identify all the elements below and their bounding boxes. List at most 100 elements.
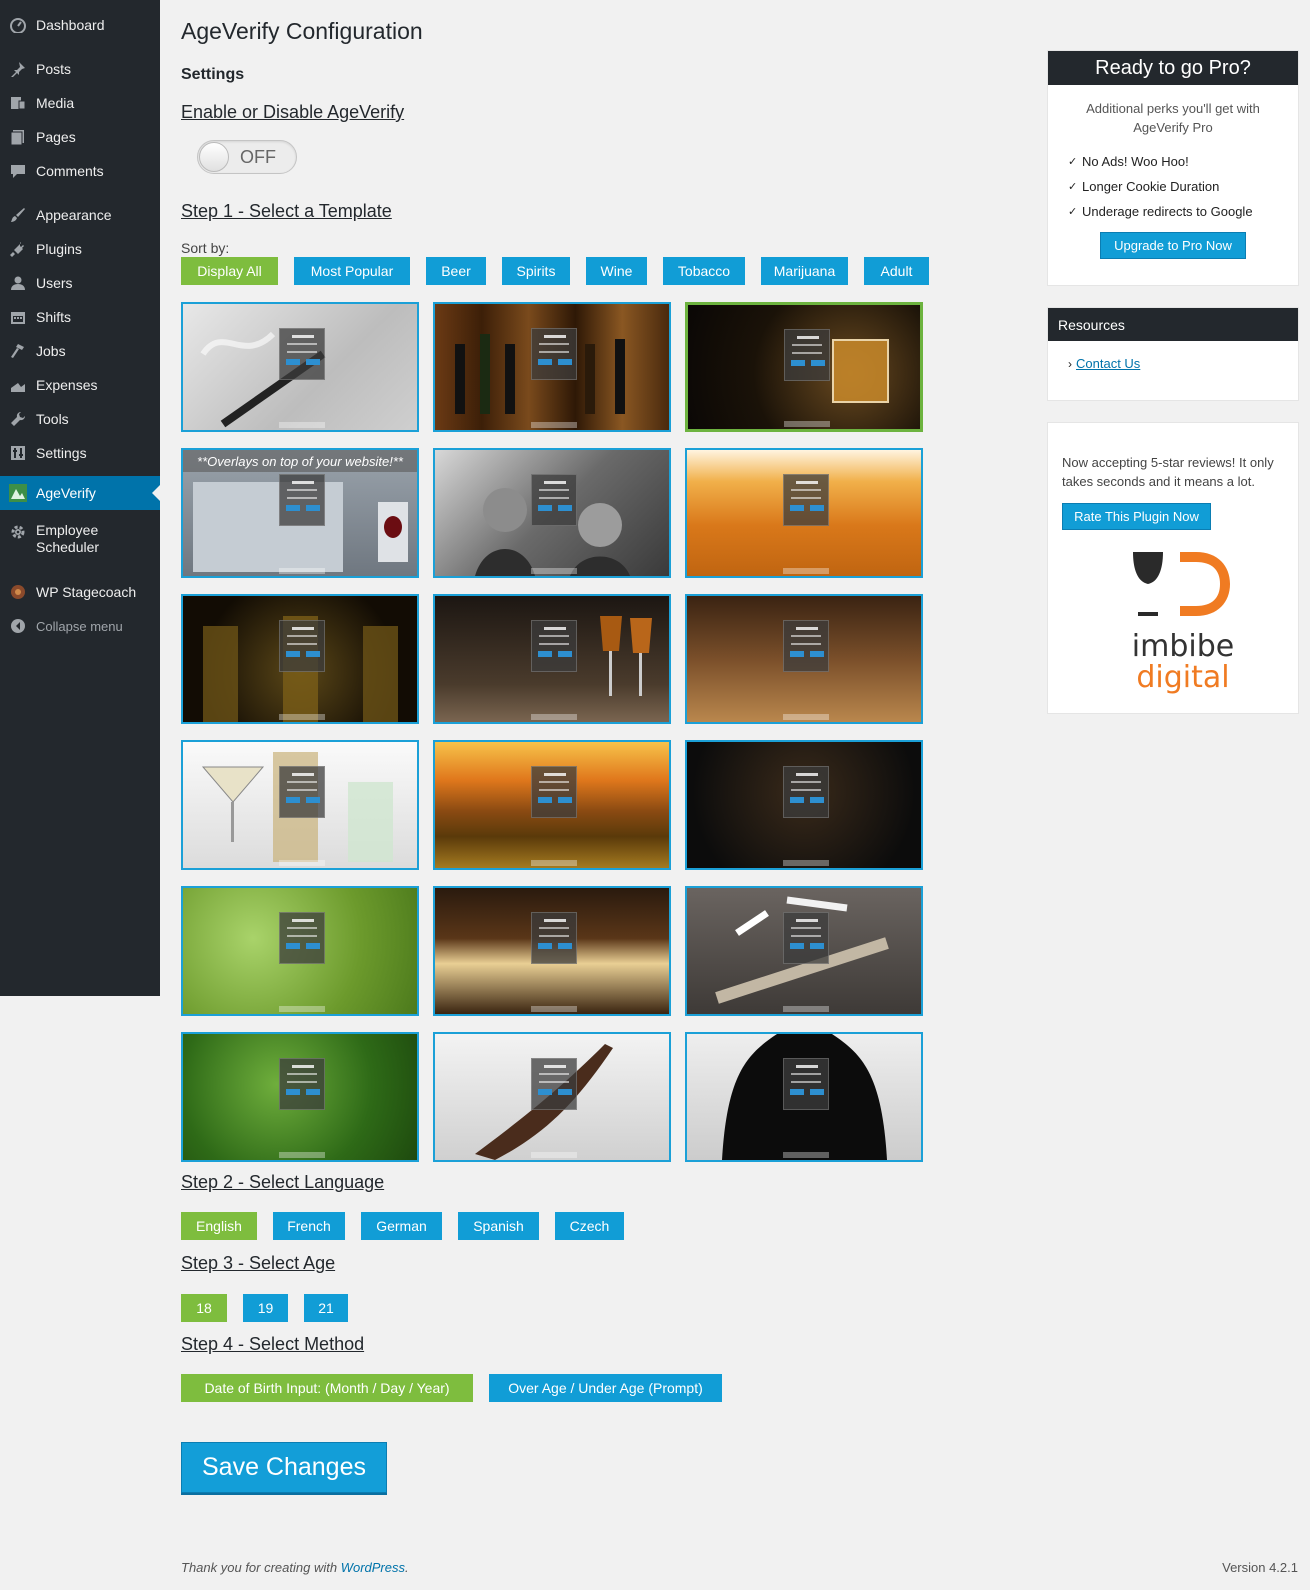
contact-us-link[interactable]: Contact Us [1076,356,1140,371]
pro-box: Ready to go Pro? Additional perks you'll… [1047,50,1299,286]
wordpress-link[interactable]: WordPress [341,1560,405,1575]
admin-sidebar: Dashboard Posts Media Pages Comments App… [0,0,160,996]
rate-button-wrap: Rate This Plugin Now [1048,503,1298,530]
dashboard-icon [8,15,28,35]
sidebar-item-dashboard[interactable]: Dashboard [0,8,160,42]
step3-heading: Step 3 - Select Age [181,1253,336,1273]
sidebar-item-label: Tools [36,411,69,427]
template-thumb-cocktails[interactable] [181,740,419,870]
sidebar-item-label: WP Stagecoach [36,584,137,600]
filter-marijuana[interactable]: Marijuana [761,257,848,285]
sidebar-item-ageverify[interactable]: AgeVerify [0,476,160,510]
sidebar-item-label: Settings [36,445,87,461]
template-thumb-beer-bottles[interactable] [181,594,419,724]
modal-preview [531,474,577,526]
sidebar-item-label: Pages [36,129,76,145]
template-thumb-marijuana[interactable] [181,1032,419,1162]
filter-display-all[interactable]: Display All [181,257,278,285]
filter-adult[interactable]: Adult [864,257,929,285]
sidebar-item-label: Expenses [36,377,98,393]
language-english[interactable]: English [181,1212,257,1240]
template-thumb-stout[interactable] [433,886,671,1016]
modal-preview [279,474,325,526]
imbibe-digital-logo: imbibe digital [1128,547,1238,697]
language-german[interactable]: German [361,1212,442,1240]
pro-intro-text: Additional perks you'll get with AgeVeri… [1086,101,1260,135]
sidebar-item-settings[interactable]: Settings [0,436,160,470]
resources-body: › Contact Us [1048,341,1298,387]
method-date-of-birth[interactable]: Date of Birth Input: (Month / Day / Year… [181,1374,473,1402]
modal-preview [783,766,829,818]
sidebar-item-label: AgeVerify [36,485,96,501]
method-over-under-age[interactable]: Over Age / Under Age (Prompt) [489,1374,722,1402]
perk-item: ✓ Longer Cookie Duration [1068,179,1220,194]
sidebar-item-employee-scheduler[interactable]: Employee Scheduler [0,516,160,562]
perk-item: ✓ Underage redirects to Google [1068,204,1253,219]
sidebar-item-users[interactable]: Users [0,266,160,300]
upgrade-button-wrap: Upgrade to Pro Now [1048,232,1298,259]
template-thumb-beer-pint[interactable] [685,448,923,578]
template-thumb-adult-torso[interactable] [685,1032,923,1162]
template-thumb-ecig[interactable] [181,302,419,432]
template-thumb-cigars[interactable] [685,594,923,724]
sidebar-item-tools[interactable]: Tools [0,402,160,436]
age-19[interactable]: 19 [243,1294,288,1322]
imbibe-digital-logo-mark [1133,552,1230,616]
collapse-menu-button[interactable]: Collapse menu [0,609,160,643]
sidebar-item-appearance[interactable]: Appearance [0,198,160,232]
toggle-state-label: OFF [240,147,276,167]
enable-toggle[interactable]: OFF [197,140,297,174]
check-icon: ✓ [1068,181,1078,193]
step1-heading: Step 1 - Select a Template [181,201,392,221]
language-french[interactable]: French [273,1212,345,1240]
age-18[interactable]: 18 [181,1294,227,1322]
stagecoach-icon [8,582,28,602]
logo-word-imbibe: imbibe [1131,629,1235,664]
filter-wine[interactable]: Wine [586,257,647,285]
template-thumb-wine-glasses[interactable] [433,594,671,724]
sidebar-item-label: Plugins [36,241,82,257]
enable-heading: Enable or Disable AgeVerify [181,102,405,122]
template-thumb-website-overlay[interactable]: **Overlays on top of your website!** [181,448,419,578]
step2-heading: Step 2 - Select Language [181,1172,385,1192]
sidebar-item-comments[interactable]: Comments [0,154,160,188]
sidebar-item-label: Jobs [36,343,66,359]
step4-heading: Step 4 - Select Method [181,1334,365,1354]
filter-tobacco[interactable]: Tobacco [663,257,745,285]
template-thumb-wine-shelf[interactable] [433,302,671,432]
sidebar-item-plugins[interactable]: Plugins [0,232,160,266]
template-thumb-hops[interactable] [181,886,419,1016]
filter-spirits[interactable]: Spirits [502,257,570,285]
check-icon: ✓ [1068,156,1078,168]
sidebar-item-jobs[interactable]: Jobs [0,334,160,368]
ageverify-icon [8,483,28,503]
template-thumb-adult-legs[interactable] [433,1032,671,1162]
sidebar-item-shifts[interactable]: Shifts [0,300,160,334]
resources-title: Resources [1048,308,1298,341]
rate-plugin-button[interactable]: Rate This Plugin Now [1062,503,1211,530]
sidebar-item-media[interactable]: Media [0,86,160,120]
template-thumb-whiskey-glass[interactable] [685,302,923,432]
template-thumb-old-men[interactable] [433,448,671,578]
modal-preview [531,766,577,818]
language-czech[interactable]: Czech [555,1212,624,1240]
upgrade-to-pro-button[interactable]: Upgrade to Pro Now [1100,232,1246,259]
modal-preview [784,329,830,381]
template-thumb-cigarettes[interactable] [685,886,923,1016]
sidebar-item-expenses[interactable]: Expenses [0,368,160,402]
sidebar-item-wp-stagecoach[interactable]: WP Stagecoach [0,575,160,609]
resources-box: Resources › Contact Us [1047,307,1299,401]
sidebar-item-posts[interactable]: Posts [0,52,160,86]
age-21[interactable]: 21 [304,1294,348,1322]
filter-beer[interactable]: Beer [426,257,486,285]
language-spanish[interactable]: Spanish [458,1212,539,1240]
filter-most-popular[interactable]: Most Popular [294,257,410,285]
sidebar-item-label: Users [36,275,73,291]
template-thumb-vineyard[interactable] [433,740,671,870]
save-changes-button[interactable]: Save Changes [181,1442,387,1493]
sidebar-item-label: Posts [36,61,72,77]
modal-preview [531,620,577,672]
template-thumb-bottle-rows[interactable] [685,740,923,870]
modal-preview [783,474,829,526]
sidebar-item-pages[interactable]: Pages [0,120,160,154]
